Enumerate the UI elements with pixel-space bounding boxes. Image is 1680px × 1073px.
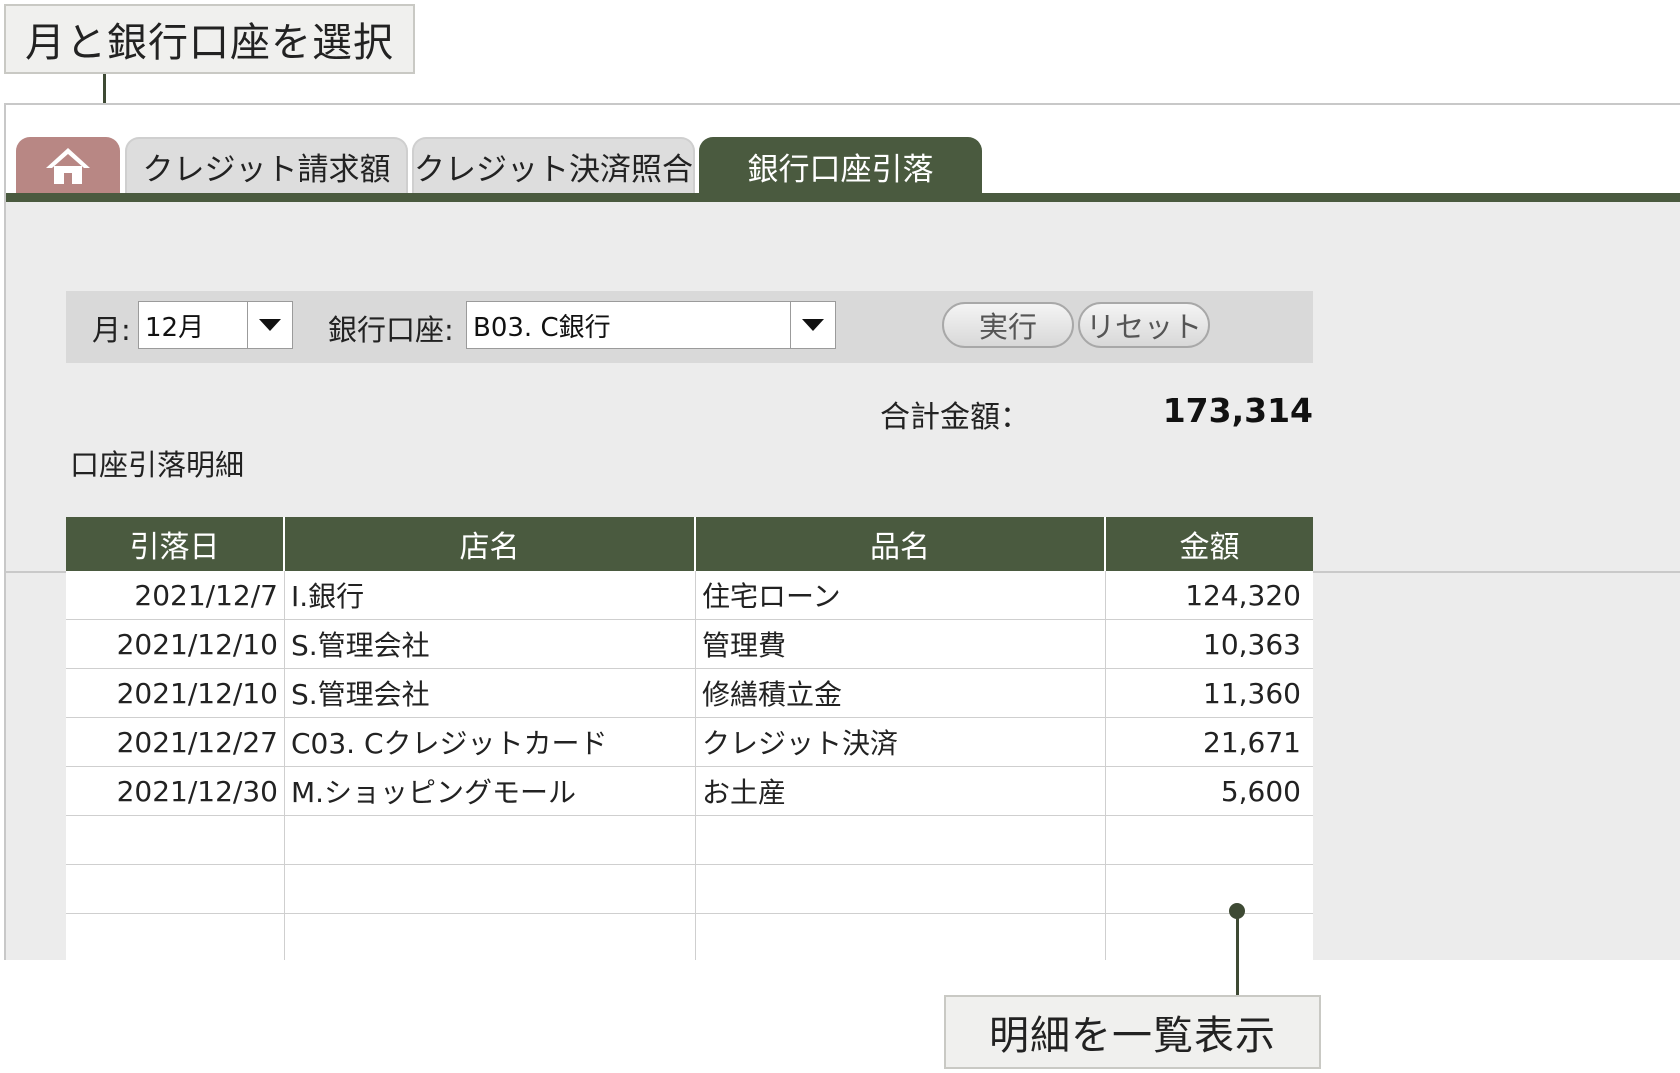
bank-account-select-value: B03. C銀行: [473, 312, 611, 343]
execute-button-label: 実行: [978, 310, 1037, 344]
bank-account-label: 銀行口座:: [328, 313, 454, 347]
debit-details-table: 引落日 店名 品名 金額 2021/12/7 I.銀行 住宅ローン 124,32…: [66, 517, 1313, 960]
tab-credit-settlement[interactable]: クレジット決済照合: [412, 137, 695, 193]
table-header: 引落日 店名 品名 金額: [66, 517, 1313, 571]
cell-amount[interactable]: [1106, 865, 1313, 913]
header-store-name: 店名: [285, 517, 696, 571]
cell-debit-date[interactable]: 2021/12/30: [66, 767, 285, 815]
cell-amount[interactable]: 21,671: [1106, 718, 1313, 766]
cell-debit-date[interactable]: 2021/12/10: [66, 669, 285, 717]
cell-amount[interactable]: [1106, 816, 1313, 864]
filter-bar: 月: 12月 銀行口座: B03. C銀行 実行 リセット: [66, 291, 1313, 363]
table-row: 2021/12/10 S.管理会社 管理費 10,363: [66, 620, 1313, 669]
cell-debit-date[interactable]: 2021/12/7: [66, 571, 285, 619]
reset-button[interactable]: リセット: [1078, 302, 1210, 348]
cell-amount[interactable]: 5,600: [1106, 767, 1313, 815]
cell-item-name[interactable]: [696, 816, 1106, 864]
callout-top-text: 月と銀行口座を選択: [25, 20, 394, 66]
cell-store-name[interactable]: S.管理会社: [285, 669, 696, 717]
execute-button[interactable]: 実行: [942, 302, 1074, 348]
chevron-down-icon: [802, 319, 824, 331]
cell-store-name[interactable]: C03. Cクレジットカード: [285, 718, 696, 766]
tab-credit-billing[interactable]: クレジット請求額: [125, 137, 408, 193]
month-label: 月:: [92, 313, 131, 347]
cell-debit-date[interactable]: [66, 816, 285, 864]
total-amount-label: 合計金額：: [880, 400, 1030, 435]
cell-item-name[interactable]: お土産: [696, 767, 1106, 815]
cell-amount[interactable]: 11,360: [1106, 669, 1313, 717]
callout-bottom-text: 明細を一覧表示: [989, 1013, 1276, 1059]
header-debit-date: 引落日: [66, 517, 285, 571]
total-amount-value: 173,314: [1162, 391, 1313, 430]
month-dropdown-button[interactable]: [247, 302, 292, 348]
section-title: 口座引落明細: [70, 448, 245, 482]
cell-store-name[interactable]: [285, 865, 696, 913]
cell-amount[interactable]: 10,363: [1106, 620, 1313, 668]
cell-store-name[interactable]: M.ショッピングモール: [285, 767, 696, 815]
tab-underline: [6, 193, 1680, 202]
cell-debit-date[interactable]: [66, 865, 285, 913]
cell-debit-date[interactable]: [66, 914, 285, 960]
table-row: 2021/12/27 C03. Cクレジットカード クレジット決済 21,671: [66, 718, 1313, 767]
cell-store-name[interactable]: [285, 914, 696, 960]
cell-item-name[interactable]: [696, 914, 1106, 960]
bank-account-select[interactable]: B03. C銀行: [466, 301, 836, 349]
callout-list-details: 明細を一覧表示: [944, 995, 1321, 1069]
table-row: 2021/12/30 M.ショッピングモール お土産 5,600: [66, 767, 1313, 816]
cell-amount[interactable]: [1106, 914, 1313, 960]
callout-bottom-leader: [1236, 911, 1239, 995]
tab-bank-debit[interactable]: 銀行口座引落: [699, 137, 982, 193]
bank-account-dropdown-button[interactable]: [790, 302, 835, 348]
month-select[interactable]: 12月: [138, 301, 293, 349]
cell-debit-date[interactable]: 2021/12/10: [66, 620, 285, 668]
month-select-value: 12月: [145, 312, 205, 343]
header-amount: 金額: [1179, 530, 1240, 565]
cell-item-name[interactable]: 住宅ローン: [696, 571, 1106, 619]
cell-item-name[interactable]: 管理費: [696, 620, 1106, 668]
tab-home[interactable]: [16, 137, 120, 193]
table-row: 2021/12/7 I.銀行 住宅ローン 124,320: [66, 571, 1313, 620]
cell-item-name[interactable]: [696, 865, 1106, 913]
reset-button-label: リセット: [1085, 310, 1202, 344]
table-row: [66, 914, 1313, 960]
cell-item-name[interactable]: 修繕積立金: [696, 669, 1106, 717]
cell-store-name[interactable]: S.管理会社: [285, 620, 696, 668]
cell-store-name[interactable]: I.銀行: [285, 571, 696, 619]
table-row: [66, 816, 1313, 865]
table-row: 2021/12/10 S.管理会社 修繕積立金 11,360: [66, 669, 1313, 718]
tab-bank-debit-label: 銀行口座引落: [747, 151, 934, 188]
cell-debit-date[interactable]: 2021/12/27: [66, 718, 285, 766]
callout-select-month-bank: 月と銀行口座を選択: [4, 4, 415, 74]
spreadsheet-window: クレジット請求額 クレジット決済照合 銀行口座引落 月: 12月 銀行口座: B…: [4, 103, 1680, 960]
header-item-name: 品名: [696, 517, 1106, 571]
tab-credit-settlement-label: クレジット決済照合: [414, 151, 693, 188]
tab-credit-billing-label: クレジット請求額: [142, 151, 391, 188]
table-row: [66, 865, 1313, 914]
cell-amount[interactable]: 124,320: [1106, 571, 1313, 619]
cell-store-name[interactable]: [285, 816, 696, 864]
home-icon: [46, 148, 90, 184]
chevron-down-icon: [259, 319, 281, 331]
cell-item-name[interactable]: クレジット決済: [696, 718, 1106, 766]
